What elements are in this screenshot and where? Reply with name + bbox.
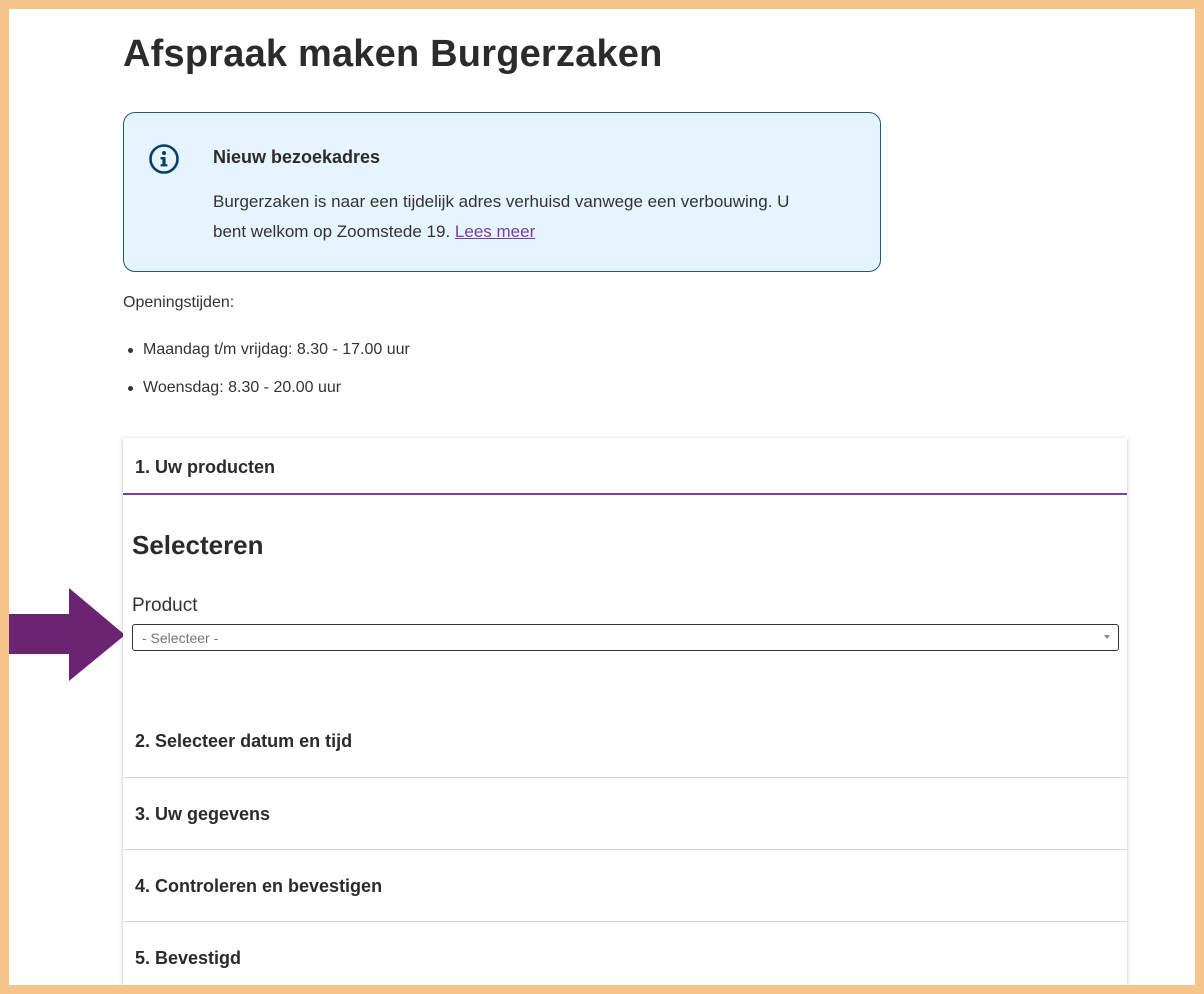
product-select-value: - Selecteer - — [142, 630, 219, 646]
step-4-header[interactable]: 4. Controleren en bevestigen — [123, 849, 1127, 921]
step-1-panel: Selecteren Product - Selecteer - — [123, 495, 1127, 705]
notice-box: Nieuw bezoekadres Burgerzaken is naar ee… — [123, 112, 881, 272]
step-5-header[interactable]: 5. Bevestigd — [123, 921, 1127, 985]
opening-hours-label: Openingstijden: — [123, 294, 235, 311]
product-select[interactable]: - Selecteer - — [132, 624, 1119, 651]
read-more-link[interactable]: Lees meer — [455, 222, 535, 241]
opening-hours-wednesday: Woensdag: 8.30 - 20.00 uur — [123, 378, 410, 416]
step-3-header[interactable]: 3. Uw gegevens — [123, 777, 1127, 849]
page-title: Afspraak maken Burgerzaken — [123, 33, 663, 75]
arrow-right-icon — [9, 588, 125, 681]
step-1-header[interactable]: 1. Uw producten — [123, 438, 1127, 495]
notice-title: Nieuw bezoekadres — [213, 147, 381, 167]
panel-heading: Selecteren — [132, 530, 264, 560]
page-frame: Afspraak maken Burgerzaken Nieuw bezoeka… — [9, 9, 1195, 985]
notice-body: Burgerzaken is naar een tijdelijk adres … — [213, 187, 813, 247]
opening-hours-weekdays: Maandag t/m vrijdag: 8.30 - 17.00 uur — [123, 340, 410, 378]
step-2-header[interactable]: 2. Selecteer datum en tijd — [123, 705, 1127, 777]
opening-hours-list: Maandag t/m vrijdag: 8.30 - 17.00 uur Wo… — [123, 340, 410, 416]
product-label: Product — [132, 595, 198, 616]
info-icon — [149, 144, 179, 174]
chevron-down-icon — [1104, 635, 1110, 639]
appointment-steps: 1. Uw producten Selecteren Product - Sel… — [123, 438, 1127, 985]
